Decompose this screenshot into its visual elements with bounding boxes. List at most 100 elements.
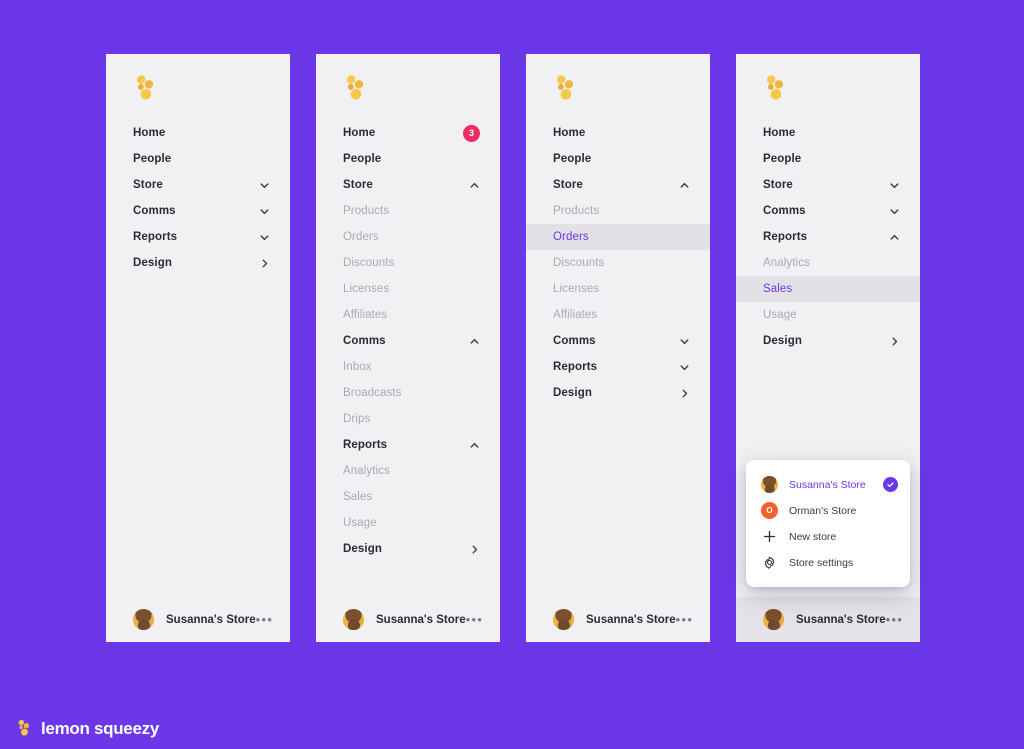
- nav-item-licenses[interactable]: Licenses: [316, 276, 500, 302]
- nav-item-comms[interactable]: Comms: [316, 328, 500, 354]
- popup-item-new-store[interactable]: New store: [746, 526, 910, 547]
- nav-item-broadcasts[interactable]: Broadcasts: [316, 380, 500, 406]
- nav-item-store[interactable]: Store: [316, 172, 500, 198]
- nav-item-orders[interactable]: Orders: [526, 224, 710, 250]
- nav-item-store[interactable]: Store: [526, 172, 710, 198]
- nav-item-label: Home: [553, 127, 586, 139]
- store-switcher-button[interactable]: Susanna's Store •••: [736, 597, 920, 642]
- more-options-icon[interactable]: •••: [676, 613, 694, 626]
- store-switcher-button[interactable]: Susanna's Store •••: [526, 597, 710, 642]
- nav-item-label: Orders: [343, 231, 379, 243]
- nav-item-label: Licenses: [553, 283, 600, 295]
- nav-item-home[interactable]: Home 3: [316, 120, 500, 146]
- nav-item-home[interactable]: Home: [736, 120, 920, 146]
- popup-item-store-settings[interactable]: Store settings: [746, 552, 910, 573]
- gear-icon: [761, 554, 778, 571]
- store-switcher-button[interactable]: Susanna's Store •••: [316, 597, 500, 642]
- nav-item-discounts[interactable]: Discounts: [316, 250, 500, 276]
- nav-item-label: Design: [553, 387, 592, 399]
- nav-item-label: People: [763, 153, 802, 165]
- nav-item-comms[interactable]: Comms: [526, 328, 710, 354]
- chevron-down-icon[interactable]: [259, 180, 270, 191]
- nav-item-label: Home: [763, 127, 796, 139]
- nav-item-label: Affiliates: [343, 309, 388, 321]
- nav-item-label: Products: [343, 205, 390, 217]
- nav-item-design[interactable]: Design: [106, 250, 290, 276]
- more-options-icon[interactable]: •••: [466, 613, 484, 626]
- nav-item-analytics[interactable]: Analytics: [316, 458, 500, 484]
- nav-item-design[interactable]: Design: [316, 536, 500, 562]
- chevron-up-icon[interactable]: [889, 232, 900, 243]
- nav-item-discounts[interactable]: Discounts: [526, 250, 710, 276]
- nav-item-store[interactable]: Store: [106, 172, 290, 198]
- nav-item-comms[interactable]: Comms: [736, 198, 920, 224]
- nav-item-orders[interactable]: Orders: [316, 224, 500, 250]
- nav-item-usage[interactable]: Usage: [736, 302, 920, 328]
- lemon-squeezy-logo-icon: [16, 719, 33, 739]
- nav-item-design[interactable]: Design: [526, 380, 710, 406]
- chevron-down-icon[interactable]: [679, 336, 690, 347]
- chevron-down-icon[interactable]: [259, 206, 270, 217]
- nav-item-affiliates[interactable]: Affiliates: [316, 302, 500, 328]
- lemon-squeezy-logo-icon: [553, 74, 579, 104]
- nav-item-label: People: [133, 153, 172, 165]
- nav-item-people[interactable]: People: [736, 146, 920, 172]
- store-switcher-button[interactable]: Susanna's Store •••: [106, 597, 290, 642]
- popup-item-orman-s-store[interactable]: O Orman's Store: [746, 500, 910, 521]
- store-avatar-photo: [761, 476, 778, 493]
- nav-item-sales[interactable]: Sales: [316, 484, 500, 510]
- nav-item-comms[interactable]: Comms: [106, 198, 290, 224]
- nav-item-reports[interactable]: Reports: [106, 224, 290, 250]
- store-avatar-letter: O: [761, 502, 778, 519]
- nav-item-drips[interactable]: Drips: [316, 406, 500, 432]
- nav-item-people[interactable]: People: [526, 146, 710, 172]
- popup-item-label: New store: [789, 530, 837, 543]
- nav-item-home[interactable]: Home: [526, 120, 710, 146]
- nav-item-label: Design: [763, 335, 802, 347]
- chevron-right-icon[interactable]: [469, 544, 480, 555]
- nav-item-products[interactable]: Products: [526, 198, 710, 224]
- more-options-icon[interactable]: •••: [886, 613, 904, 626]
- nav-item-label: Store: [133, 179, 163, 191]
- chevron-down-icon[interactable]: [889, 180, 900, 191]
- chevron-right-icon[interactable]: [679, 388, 690, 399]
- chevron-right-icon[interactable]: [889, 336, 900, 347]
- nav-item-label: Home: [133, 127, 166, 139]
- nav-item-label: Analytics: [343, 465, 390, 477]
- nav-item-label: Discounts: [553, 257, 605, 269]
- nav-item-reports[interactable]: Reports: [316, 432, 500, 458]
- nav-item-inbox[interactable]: Inbox: [316, 354, 500, 380]
- chevron-down-icon[interactable]: [889, 206, 900, 217]
- nav-item-label: Comms: [763, 205, 806, 217]
- chevron-up-icon[interactable]: [469, 180, 480, 191]
- nav-item-label: Inbox: [343, 361, 372, 373]
- nav-item-label: Analytics: [763, 257, 810, 269]
- lemon-squeezy-logo-icon: [763, 74, 789, 104]
- nav-item-label: Reports: [133, 231, 178, 243]
- nav-item-label: Comms: [343, 335, 386, 347]
- nav-item-label: Design: [133, 257, 172, 269]
- nav-item-licenses[interactable]: Licenses: [526, 276, 710, 302]
- plus-icon: [761, 528, 778, 545]
- nav-item-products[interactable]: Products: [316, 198, 500, 224]
- nav-item-reports[interactable]: Reports: [736, 224, 920, 250]
- nav-item-home[interactable]: Home: [106, 120, 290, 146]
- nav-item-sales[interactable]: Sales: [736, 276, 920, 302]
- nav-item-people[interactable]: People: [106, 146, 290, 172]
- nav-item-people[interactable]: People: [316, 146, 500, 172]
- nav-item-design[interactable]: Design: [736, 328, 920, 354]
- more-options-icon[interactable]: •••: [256, 613, 274, 626]
- nav-item-store[interactable]: Store: [736, 172, 920, 198]
- chevron-down-icon[interactable]: [259, 232, 270, 243]
- nav-item-usage[interactable]: Usage: [316, 510, 500, 536]
- nav-item-analytics[interactable]: Analytics: [736, 250, 920, 276]
- chevron-up-icon[interactable]: [469, 336, 480, 347]
- chevron-right-icon[interactable]: [259, 258, 270, 269]
- chevron-down-icon[interactable]: [679, 362, 690, 373]
- popup-item-susanna-s-store[interactable]: Susanna's Store: [746, 474, 910, 495]
- nav-item-affiliates[interactable]: Affiliates: [526, 302, 710, 328]
- chevron-up-icon[interactable]: [679, 180, 690, 191]
- chevron-up-icon[interactable]: [469, 440, 480, 451]
- user-avatar: [343, 609, 364, 630]
- nav-item-reports[interactable]: Reports: [526, 354, 710, 380]
